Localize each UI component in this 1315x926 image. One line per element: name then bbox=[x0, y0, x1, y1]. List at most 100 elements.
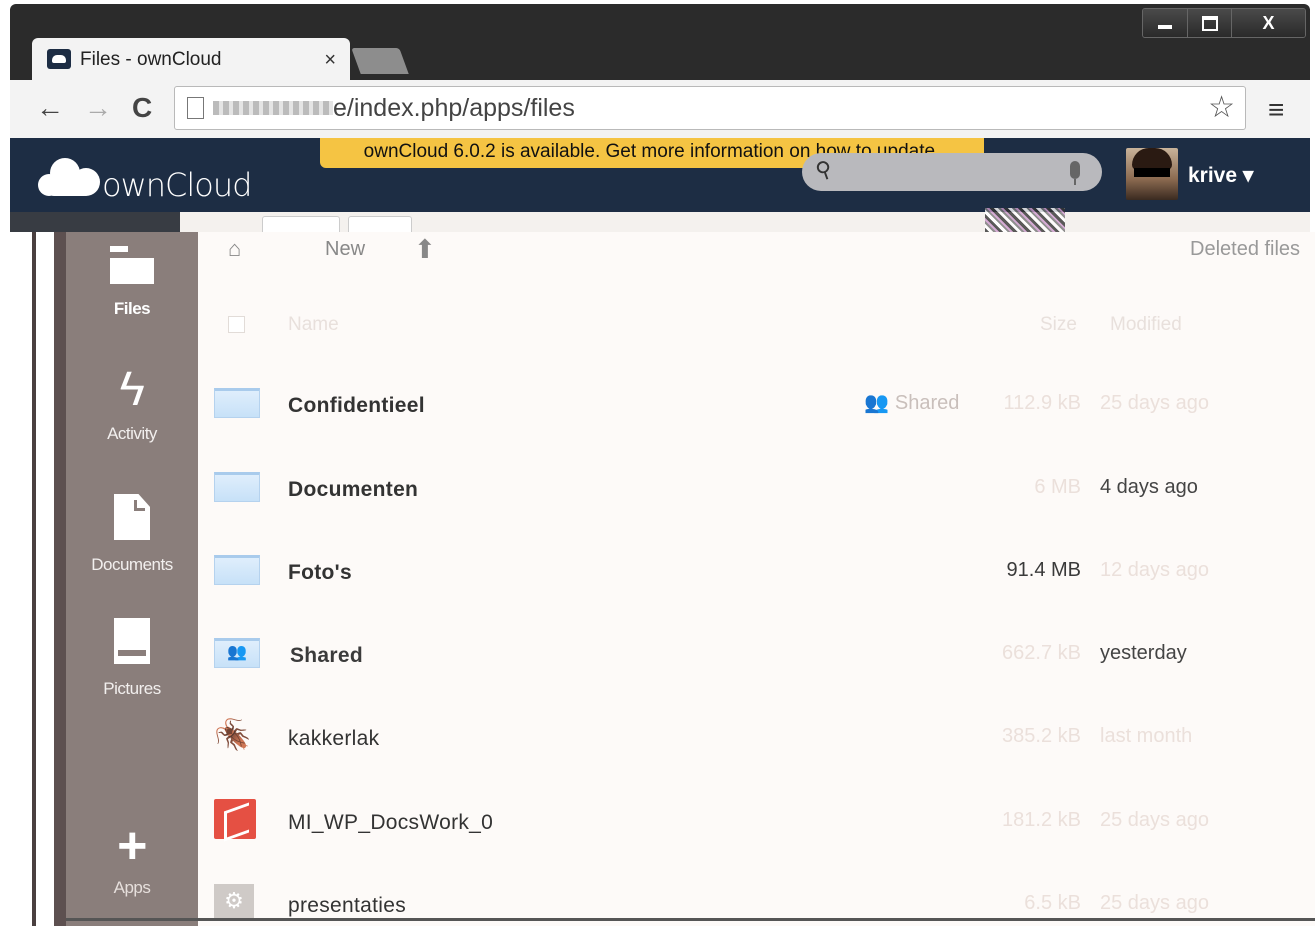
avatar[interactable] bbox=[1126, 148, 1178, 200]
folder-icon bbox=[110, 246, 154, 284]
folder-icon bbox=[214, 555, 260, 585]
minimize-button[interactable] bbox=[1143, 9, 1187, 37]
file-size: 6 MB bbox=[1034, 476, 1081, 498]
reload-icon[interactable]: C bbox=[132, 92, 152, 124]
file-size: 181.2 kB bbox=[1002, 809, 1081, 831]
logo-wordmark: ownCloud bbox=[102, 166, 252, 204]
nav-activity[interactable]: ϟ Activity bbox=[66, 366, 198, 444]
nav-label: Apps bbox=[113, 878, 151, 897]
nav-underlay bbox=[10, 212, 180, 232]
microphone-icon[interactable] bbox=[1070, 161, 1080, 185]
home-icon[interactable]: ⌂ bbox=[228, 236, 241, 262]
table-row[interactable]: MI_WP_DocsWork_0 181.2 kB 25 days ago bbox=[198, 783, 1315, 865]
table-row[interactable]: Foto's 91.4 MB 12 days ago bbox=[198, 533, 1315, 615]
app-navigation: Files ϟ Activity Documents Pictures + Ap… bbox=[66, 232, 198, 926]
table-row[interactable]: Confidentieel 👥 Shared 112.9 kB 25 days a… bbox=[198, 366, 1315, 448]
edge-line bbox=[54, 232, 66, 926]
folder-icon bbox=[214, 388, 260, 418]
close-window-button[interactable]: X bbox=[1231, 9, 1305, 37]
pdf-icon bbox=[214, 799, 256, 839]
edge-line bbox=[32, 232, 36, 926]
maximize-button[interactable] bbox=[1187, 9, 1231, 37]
browser-menu-icon[interactable]: ≡ bbox=[1268, 94, 1284, 126]
browser-tab[interactable]: Files - ownCloud × bbox=[32, 38, 350, 80]
nav-label: Activity bbox=[107, 424, 157, 443]
tab-title: Files - ownCloud bbox=[80, 49, 222, 70]
file-modified: 25 days ago bbox=[1100, 809, 1209, 831]
new-tab-button[interactable] bbox=[351, 48, 409, 74]
controls-underlay bbox=[348, 216, 412, 233]
file-size: 662.7 kB bbox=[1002, 642, 1081, 664]
browser-toolbar: ← → C e/index.php/apps/files ☆ ≡ bbox=[10, 80, 1310, 138]
address-bar[interactable]: e/index.php/apps/files ☆ bbox=[174, 86, 1246, 130]
file-name[interactable]: Documenten bbox=[288, 478, 418, 502]
plus-icon: + bbox=[117, 817, 147, 875]
column-size[interactable]: Size bbox=[1040, 314, 1077, 336]
file-name[interactable]: kakkerlak bbox=[288, 727, 379, 751]
upload-icon[interactable]: ⬆ bbox=[414, 234, 436, 265]
bookmark-star-icon[interactable]: ☆ bbox=[1208, 90, 1235, 125]
minimize-icon bbox=[1158, 25, 1172, 29]
file-modified: last month bbox=[1100, 725, 1193, 747]
file-name[interactable]: Shared bbox=[290, 644, 363, 668]
column-modified[interactable]: Modified bbox=[1110, 314, 1182, 336]
redacted-host bbox=[213, 101, 333, 115]
table-row[interactable]: 👥 Shared 662.7 kB yesterday bbox=[198, 616, 1315, 698]
file-size: 385.2 kB bbox=[1002, 725, 1081, 747]
left-edge bbox=[0, 232, 70, 926]
back-icon[interactable]: ← bbox=[36, 92, 64, 124]
nav-files[interactable]: Files bbox=[66, 246, 198, 319]
nav-label: Pictures bbox=[103, 679, 161, 698]
bottom-border bbox=[66, 918, 1315, 921]
file-modified: 12 days ago bbox=[1100, 559, 1209, 581]
file-size: 6.5 kB bbox=[1024, 892, 1081, 914]
table-row[interactable]: 🪳 kakkerlak 385.2 kB last month bbox=[198, 699, 1315, 781]
document-icon bbox=[114, 494, 150, 540]
file-size: 91.4 MB bbox=[1006, 559, 1081, 581]
new-button[interactable]: New bbox=[325, 238, 365, 261]
share-icon: 👥 bbox=[864, 392, 889, 414]
cockroach-image-thumbnail: 🪳 bbox=[214, 719, 252, 752]
file-name[interactable]: presentaties bbox=[288, 894, 406, 918]
table-row[interactable]: ⚙ presentaties 6.5 kB 25 days ago bbox=[198, 866, 1315, 922]
page-icon bbox=[187, 97, 204, 119]
table-row[interactable]: Documenten 6 MB 4 days ago bbox=[198, 450, 1315, 532]
user-menu[interactable]: krive ▾ bbox=[1188, 163, 1253, 188]
maximize-icon bbox=[1201, 15, 1218, 31]
file-name[interactable]: Foto's bbox=[288, 561, 352, 585]
pictures-icon bbox=[114, 618, 150, 664]
gear-icon: ⚙ bbox=[214, 884, 254, 918]
nav-label: Documents bbox=[91, 555, 173, 574]
nav-pictures[interactable]: Pictures bbox=[66, 618, 198, 699]
file-modified: 25 days ago bbox=[1100, 392, 1209, 414]
nav-label: Files bbox=[113, 299, 151, 318]
folder-icon bbox=[214, 472, 260, 502]
select-all-checkbox[interactable] bbox=[228, 316, 245, 333]
owncloud-favicon-icon bbox=[47, 49, 71, 69]
window-controls: X bbox=[1142, 8, 1306, 38]
cloud-icon-part bbox=[46, 180, 92, 196]
column-name[interactable]: Name bbox=[288, 314, 339, 336]
deleted-files-link[interactable]: Deleted files bbox=[1190, 238, 1300, 261]
search-icon: ⚲ bbox=[812, 155, 836, 185]
file-modified: 4 days ago bbox=[1100, 476, 1198, 498]
file-modified: 25 days ago bbox=[1100, 892, 1209, 914]
header-underlay bbox=[10, 212, 1310, 233]
shared-folder-icon: 👥 bbox=[214, 638, 260, 668]
nav-apps[interactable]: + Apps bbox=[66, 817, 198, 898]
controls-underlay bbox=[262, 216, 340, 233]
nav-documents[interactable]: Documents bbox=[66, 494, 198, 575]
file-name[interactable]: Confidentieel bbox=[288, 394, 425, 418]
share-label: Shared bbox=[894, 392, 960, 414]
render-artifact bbox=[985, 208, 1065, 232]
url-text: e/index.php/apps/files bbox=[333, 94, 575, 122]
share-action[interactable]: 👥 Shared bbox=[864, 390, 959, 415]
tab-close-icon[interactable]: × bbox=[324, 49, 336, 72]
file-size: 112.9 kB bbox=[1003, 392, 1081, 414]
file-modified: yesterday bbox=[1100, 642, 1187, 664]
bolt-icon: ϟ bbox=[119, 363, 145, 416]
file-name[interactable]: MI_WP_DocsWork_0 bbox=[288, 811, 493, 835]
forward-icon[interactable]: → bbox=[84, 92, 112, 124]
search-input[interactable]: ⚲ bbox=[802, 153, 1102, 191]
app-body: Files ϟ Activity Documents Pictures + Ap… bbox=[0, 232, 1315, 926]
